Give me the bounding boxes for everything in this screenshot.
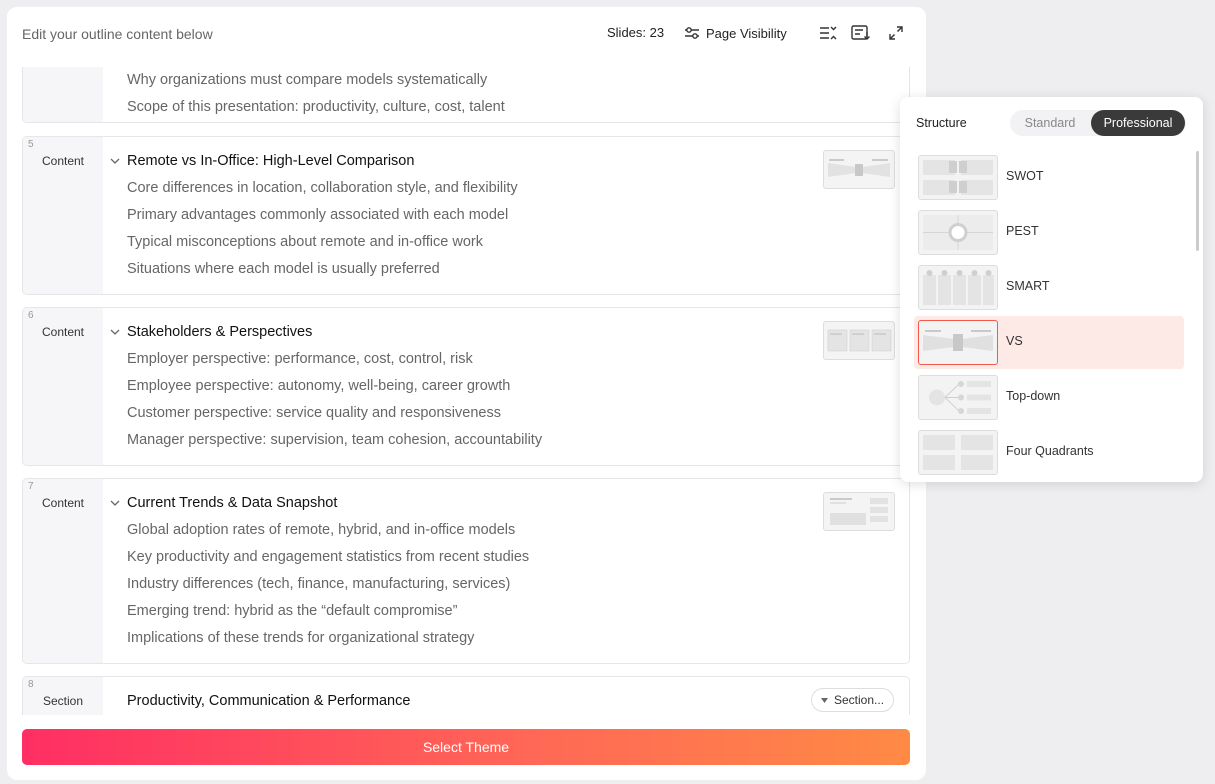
- top-down-layout-thumbnail: [918, 375, 998, 420]
- structure-option-smart[interactable]: SMART: [914, 261, 1184, 314]
- bullet-text[interactable]: Employer perspective: performance, cost,…: [127, 351, 473, 367]
- structure-option-label: Four Quadrants: [1006, 444, 1094, 458]
- structure-popup: Structure Standard Professional SWOT PES…: [900, 97, 1203, 482]
- chevron-down-icon[interactable]: [110, 156, 120, 166]
- slide-number: 6: [28, 310, 34, 321]
- structure-option-label: SWOT: [1006, 169, 1044, 183]
- export-list-icon[interactable]: [850, 22, 872, 44]
- layout-thumbnail-data[interactable]: [823, 492, 895, 531]
- page-visibility-label: Page Visibility: [706, 25, 787, 41]
- structure-option-vs[interactable]: VS: [914, 316, 1184, 369]
- card-sidebar: 7 Content: [23, 479, 103, 663]
- caret-down-icon: [821, 697, 828, 703]
- outline-card: 7 Content Current Trends & Data Snapshot…: [22, 478, 910, 664]
- vs-layout-thumbnail: [918, 320, 998, 365]
- outline-card: 5 Content Remote vs In-Office: High-Leve…: [22, 136, 910, 295]
- layout-thumbnail-columns[interactable]: [823, 321, 895, 360]
- slide-type[interactable]: Content: [23, 496, 103, 510]
- bullet-text[interactable]: Situations where each model is usually p…: [127, 261, 440, 277]
- slide-type[interactable]: Content: [23, 154, 103, 168]
- card-sidebar: 5 Content: [23, 137, 103, 294]
- outline-hint: Edit your outline content below: [22, 26, 213, 42]
- card-sidebar: 6 Content: [23, 308, 103, 465]
- layout-thumbnail-vs[interactable]: [823, 150, 895, 189]
- expand-icon[interactable]: [885, 22, 907, 44]
- bullet-text[interactable]: Employee perspective: autonomy, well-bei…: [127, 378, 510, 394]
- bullet-text[interactable]: Implications of these trends for organiz…: [127, 630, 474, 646]
- four-quadrants-layout-thumbnail: [918, 430, 998, 475]
- bullet-text[interactable]: Emerging trend: hybrid as the “default c…: [127, 603, 457, 619]
- page-visibility-button[interactable]: Page Visibility: [684, 23, 787, 43]
- slide-number: 5: [28, 139, 34, 150]
- slide-title[interactable]: Stakeholders & Perspectives: [127, 324, 312, 340]
- tab-professional[interactable]: Professional: [1091, 110, 1185, 136]
- bullet-text[interactable]: Key productivity and engagement statisti…: [127, 549, 529, 565]
- slide-type[interactable]: Content: [23, 325, 103, 339]
- bullet-text[interactable]: Manager perspective: supervision, team c…: [127, 432, 542, 448]
- card-sidebar: 8 Section: [23, 677, 103, 715]
- structure-option-pest[interactable]: PEST: [914, 206, 1184, 259]
- outline-card: 6 Content Stakeholders & Perspectives Em…: [22, 307, 910, 466]
- slide-title[interactable]: Remote vs In-Office: High-Level Comparis…: [127, 153, 414, 169]
- structure-option-four-quadrants[interactable]: Four Quadrants: [914, 426, 1184, 479]
- structure-option-label: Top-down: [1006, 389, 1061, 403]
- slides-count: Slides: 23: [607, 25, 665, 40]
- bullet-text[interactable]: Why organizations must compare models sy…: [127, 72, 487, 88]
- sliders-icon: [685, 27, 699, 39]
- slide-number: 7: [28, 481, 34, 492]
- slide-title[interactable]: Current Trends & Data Snapshot: [127, 495, 337, 511]
- pest-layout-thumbnail: [918, 210, 998, 255]
- outline-card: 8 Section Productivity, Communication & …: [22, 676, 910, 715]
- outline-toolbar: Edit your outline content below Slides: …: [7, 7, 926, 67]
- bullet-text[interactable]: Typical misconceptions about remote and …: [127, 234, 483, 250]
- swot-layout-thumbnail: [918, 155, 998, 200]
- slide-type[interactable]: Section: [23, 694, 103, 708]
- structure-option-label: PEST: [1006, 224, 1039, 238]
- smart-layout-thumbnail: [918, 265, 998, 310]
- structure-mode-toggle: Standard Professional: [1010, 110, 1186, 136]
- bullet-text[interactable]: Industry differences (tech, finance, man…: [127, 576, 510, 592]
- outline-card: Why organizations must compare models sy…: [22, 67, 910, 123]
- section-layout-label: Section...: [834, 693, 885, 707]
- bullet-text[interactable]: Scope of this presentation: productivity…: [127, 99, 505, 115]
- structure-title: Structure: [916, 116, 967, 130]
- section-layout-dropdown[interactable]: Section...: [811, 688, 895, 712]
- bullet-text[interactable]: Primary advantages commonly associated w…: [127, 207, 508, 223]
- collapse-all-icon[interactable]: [817, 22, 839, 44]
- outline-panel: Edit your outline content below Slides: …: [7, 7, 926, 780]
- structure-option-top-down[interactable]: Top-down: [914, 371, 1184, 424]
- select-theme-button[interactable]: Select Theme: [22, 729, 910, 765]
- chevron-down-icon[interactable]: [110, 498, 120, 508]
- structure-option-label: SMART: [1006, 279, 1050, 293]
- bullet-text[interactable]: Global adoption rates of remote, hybrid,…: [127, 522, 515, 538]
- bullet-text[interactable]: Core differences in location, collaborat…: [127, 180, 518, 196]
- structure-option-label: VS: [1006, 334, 1023, 348]
- tab-standard[interactable]: Standard: [1010, 110, 1090, 136]
- slide-title[interactable]: Productivity, Communication & Performanc…: [127, 693, 410, 709]
- chevron-down-icon[interactable]: [110, 327, 120, 337]
- card-sidebar: [23, 67, 103, 122]
- structure-scrollbar[interactable]: [1196, 151, 1199, 251]
- outline-list[interactable]: Why organizations must compare models sy…: [7, 67, 926, 715]
- slide-number: 8: [28, 679, 34, 690]
- bullet-text[interactable]: Customer perspective: service quality an…: [127, 405, 501, 421]
- structure-option-swot[interactable]: SWOT: [914, 151, 1184, 204]
